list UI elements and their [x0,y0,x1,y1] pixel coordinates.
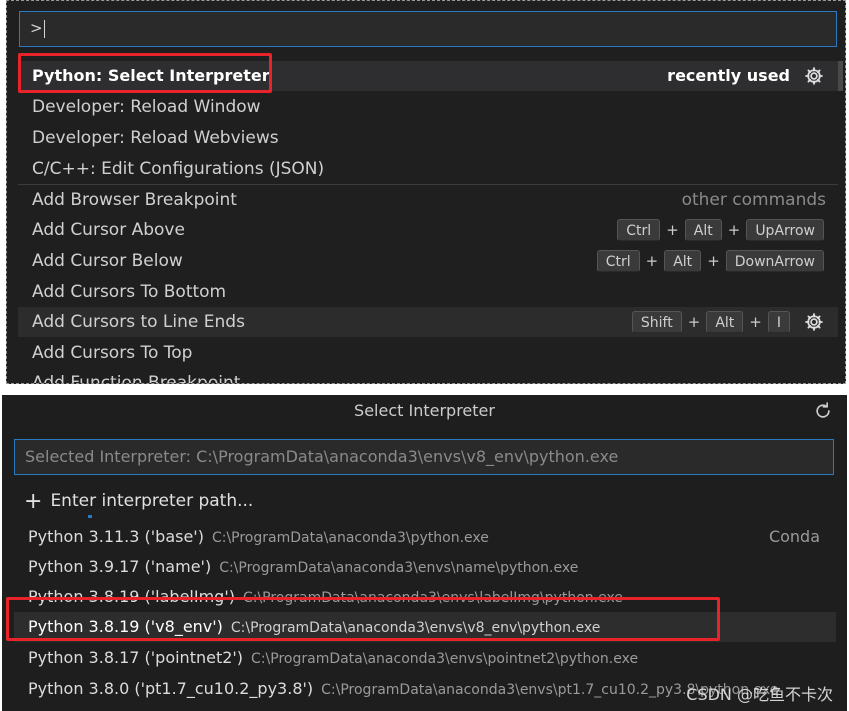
interpreter-name: Python 3.8.17 ('pointnet2') [28,648,244,667]
command-label: Developer: Reload Webviews [32,128,279,148]
interpreter-name: Python 3.8.0 ('pt1.7_cu10.2_py3.8') [28,679,314,698]
enter-path-label: Enter interpreter path... [50,491,254,511]
key-cap: UpArrow [746,219,824,241]
command-label: Add Function Breakpoint [32,373,241,384]
key-cap: Alt [684,219,722,241]
highlight-box [6,597,720,641]
panel-title: Select Interpreter [354,401,495,420]
command-palette: > Python: Select Interpreter recently us… [6,0,846,384]
key-cap: Alt [664,250,702,272]
command-item[interactable]: Add Cursor Above Ctrl + Alt + UpArrow [18,215,838,245]
command-item[interactable]: Add Function Breakpoint [18,368,838,384]
interpreter-path: C:\ProgramData\anaconda3\envs\pointnet2\… [251,651,639,667]
highlight-box [18,53,272,93]
key-plus: + [666,221,679,239]
key-cap: I [767,311,790,333]
input-placeholder: Selected Interpreter: C:\ProgramData\ana… [25,447,619,466]
command-label: Add Cursors To Bottom [32,282,227,302]
key-cap: Alt [706,311,744,333]
command-label: C/C++: Edit Configurations (JSON) [32,159,325,179]
key-cap: Ctrl [617,219,661,241]
command-label: Developer: Reload Window [32,97,261,117]
command-item[interactable]: Developer: Reload Webviews [18,123,838,153]
refresh-icon[interactable] [813,401,833,421]
interpreter-path: C:\ProgramData\anaconda3\envs\name\pytho… [219,560,579,576]
key-plus: + [749,313,762,331]
command-input-value: > [30,19,43,37]
key-cap: DownArrow [725,250,824,272]
interpreter-name: Python 3.11.3 ('base') [28,527,204,546]
watermark: CSDN @吃鱼不卡次 [686,685,833,704]
command-label: Add Cursor Below [32,251,183,271]
text-caret [43,19,45,38]
command-item-hovered[interactable]: Add Cursors to Line Ends Shift + Alt + I [18,307,838,337]
other-commands-label: other commands [681,190,826,210]
keybinding: Shift + Alt + I [631,310,790,334]
command-item[interactable]: Add Cursors To Top [18,338,838,368]
interpreter-item[interactable]: Python 3.8.17 ('pointnet2') C:\ProgramDat… [14,643,836,673]
select-interpreter-panel: Select Interpreter Selected Interpreter:… [2,395,847,711]
focus-indicator [88,515,92,518]
command-label: Add Cursor Above [32,220,185,240]
enter-interpreter-path-item[interactable]: + Enter interpreter path... [24,489,253,514]
command-label: Add Cursors To Top [32,343,193,363]
interpreter-name: Python 3.9.17 ('name') [28,557,212,576]
command-item[interactable]: C/C++: Edit Configurations (JSON) [18,154,838,184]
recently-used-label: recently used [667,66,790,85]
command-item[interactable]: Developer: Reload Window [18,92,838,122]
key-plus: + [727,221,741,239]
keybinding: Ctrl + Alt + DownArrow [596,249,824,273]
key-cap: Shift [631,311,682,333]
command-item[interactable]: Add Cursors To Bottom [18,277,838,307]
interpreter-item[interactable]: Python 3.9.17 ('name') C:\ProgramData\ana… [14,552,836,582]
interpreter-search-input[interactable]: Selected Interpreter: C:\ProgramData\ana… [14,439,834,475]
interpreter-path: C:\ProgramData\anaconda3\python.exe [211,530,489,546]
command-item[interactable]: Add Cursor Below Ctrl + Alt + DownArrow [18,246,838,276]
gear-icon[interactable] [804,66,824,86]
key-plus: + [645,252,659,270]
plus-icon: + [24,489,43,514]
interpreter-item[interactable]: Python 3.11.3 ('base') C:\ProgramData\ana… [14,522,836,552]
keybinding: Ctrl + Alt + UpArrow [617,218,824,242]
key-cap: Ctrl [596,250,640,272]
key-plus: + [687,313,701,331]
key-plus: + [707,252,720,270]
command-item[interactable]: Add Browser Breakpoint other commands [18,185,838,215]
interpreter-tag: Conda [768,527,820,546]
command-label: Add Cursors to Line Ends [32,312,245,332]
gear-icon[interactable] [804,312,824,332]
command-input[interactable]: > [19,11,837,47]
command-label: Add Browser Breakpoint [32,190,237,210]
